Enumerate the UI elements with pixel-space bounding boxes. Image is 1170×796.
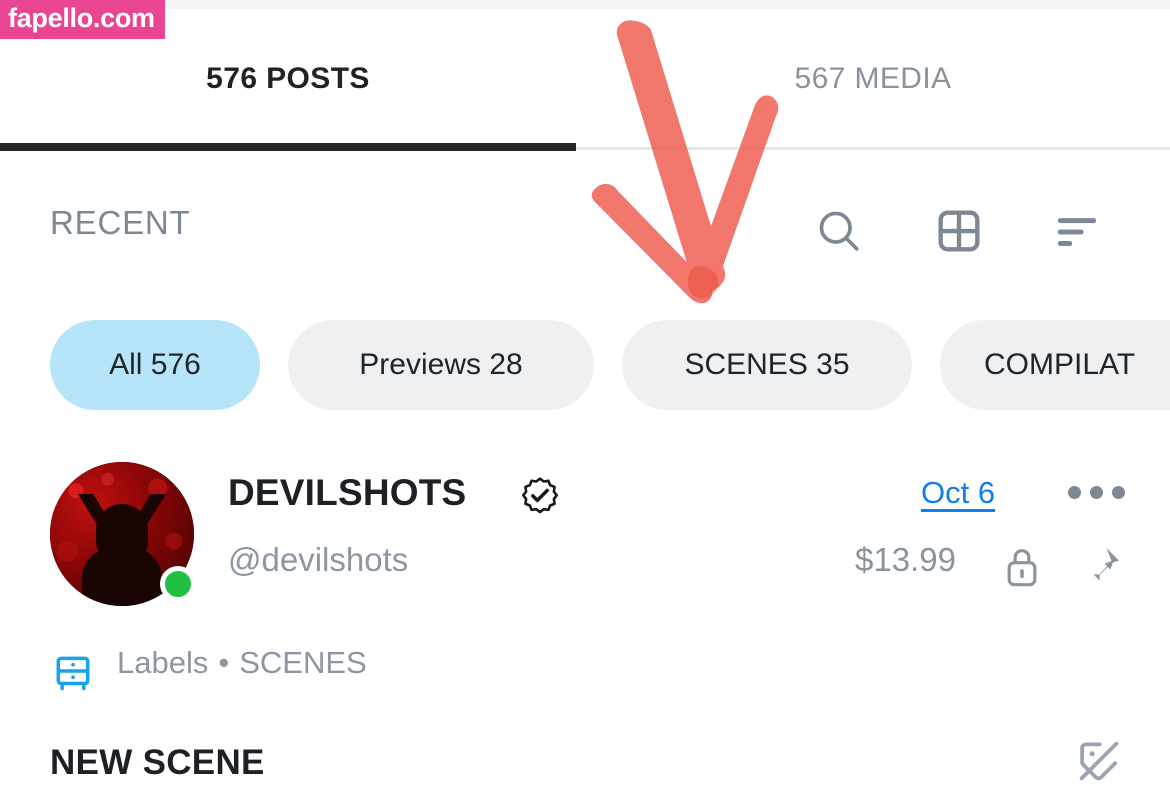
sort-icon bbox=[1057, 218, 1097, 246]
labels-separator: • bbox=[218, 645, 230, 680]
avatar[interactable] bbox=[50, 462, 196, 606]
post-date-link[interactable]: Oct 6 bbox=[921, 475, 995, 511]
search-icon bbox=[819, 211, 859, 251]
post-labels-row: Labels • SCENES bbox=[0, 645, 1170, 701]
filter-chip-compilations-label: COMPILAT bbox=[984, 348, 1136, 381]
tab-bar: 576 POSTS 567 MEDIA bbox=[0, 9, 1170, 150]
list-toolbar: RECENT bbox=[0, 190, 1170, 282]
tab-media-label: 567 MEDIA bbox=[794, 62, 952, 95]
search-button[interactable] bbox=[808, 200, 870, 262]
verified-check-icon bbox=[521, 477, 559, 514]
drawer-icon bbox=[56, 656, 90, 691]
locked-icon bbox=[1002, 545, 1042, 594]
sort-button[interactable] bbox=[1046, 200, 1108, 262]
filter-chip-previews[interactable]: Previews 28 bbox=[288, 320, 594, 410]
site-watermark: fapello.com bbox=[0, 0, 165, 39]
filter-chip-all-label: All 576 bbox=[109, 348, 201, 381]
tab-active-underline bbox=[0, 143, 576, 151]
grid-view-button[interactable] bbox=[928, 200, 990, 262]
pinned-icon[interactable] bbox=[1078, 543, 1124, 594]
profile-handle[interactable]: @devilshots bbox=[228, 541, 408, 579]
online-status-dot bbox=[160, 566, 196, 602]
filter-chip-previews-label: Previews 28 bbox=[359, 348, 523, 381]
avatar-devil-silhouette bbox=[76, 494, 168, 606]
post-title: NEW SCENE bbox=[50, 743, 265, 782]
tag-off-icon bbox=[1079, 741, 1119, 781]
filter-chip-all[interactable]: All 576 bbox=[50, 320, 260, 410]
pin-icon bbox=[1087, 547, 1120, 588]
profile-display-name[interactable]: DEVILSHOTS bbox=[228, 472, 466, 514]
verified-badge-icon bbox=[520, 476, 560, 521]
devil-body bbox=[82, 548, 162, 606]
post-price: $13.99 bbox=[855, 541, 956, 578]
grid-view-icon bbox=[938, 210, 980, 252]
post-more-options-button[interactable] bbox=[1068, 486, 1125, 499]
labels-prefix: Labels bbox=[117, 645, 209, 680]
lock-icon bbox=[1007, 549, 1037, 587]
filter-chip-row[interactable]: All 576 Previews 28 SCENES 35 COMPILAT bbox=[0, 320, 1170, 414]
more-dot-3-icon bbox=[1112, 486, 1125, 499]
sort-order-label: RECENT bbox=[50, 204, 191, 241]
filter-chip-compilations[interactable]: COMPILAT bbox=[940, 320, 1170, 410]
tab-media[interactable]: 567 MEDIA bbox=[576, 9, 1170, 149]
tag-off-button[interactable] bbox=[1075, 737, 1123, 790]
labels-value: SCENES bbox=[239, 645, 367, 680]
labels-drawer-icon bbox=[52, 651, 94, 698]
more-dot-2-icon bbox=[1090, 486, 1103, 499]
filter-chip-scenes[interactable]: SCENES 35 bbox=[622, 320, 912, 410]
filter-chip-scenes-label: SCENES 35 bbox=[684, 348, 850, 381]
more-dot-1-icon bbox=[1068, 486, 1081, 499]
labels-text[interactable]: Labels • SCENES bbox=[117, 645, 367, 681]
top-status-strip bbox=[0, 0, 1170, 9]
tab-posts-label: 576 POSTS bbox=[206, 62, 370, 95]
